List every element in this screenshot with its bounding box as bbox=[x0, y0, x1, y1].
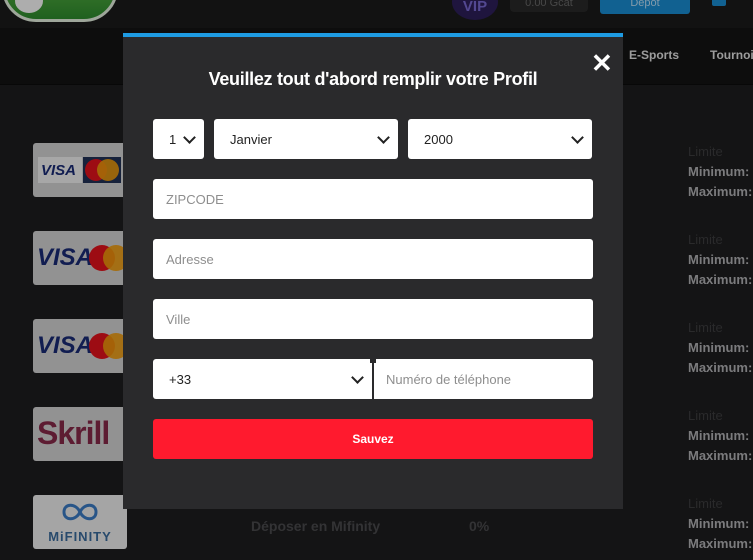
phone-country-code-select[interactable]: +33 bbox=[153, 359, 372, 399]
city-input[interactable]: Ville bbox=[153, 299, 593, 339]
profile-modal: Veuillez tout d'abord remplir votre Prof… bbox=[123, 33, 623, 509]
chevron-down-icon bbox=[571, 130, 584, 144]
birth-month-select[interactable]: Janvier bbox=[214, 119, 398, 159]
phone-field: +33 Numéro de téléphone bbox=[153, 359, 593, 399]
modal-title: Veuillez tout d'abord remplir votre Prof… bbox=[208, 69, 538, 89]
phone-number-input[interactable]: Numéro de téléphone bbox=[374, 359, 593, 399]
birth-month-value: Janvier bbox=[230, 131, 272, 147]
birth-year-select[interactable]: 2000 bbox=[408, 119, 592, 159]
birth-day-value: 1 bbox=[169, 131, 177, 147]
save-button[interactable]: Sauvez bbox=[153, 419, 593, 459]
chevron-down-icon bbox=[377, 130, 390, 144]
city-placeholder: Ville bbox=[166, 311, 191, 327]
address-placeholder: Adresse bbox=[166, 251, 214, 267]
birth-year-value: 2000 bbox=[424, 131, 453, 147]
close-icon[interactable]: ✕ bbox=[591, 50, 613, 76]
phone-placeholder: Numéro de téléphone bbox=[386, 371, 512, 387]
chevron-down-icon bbox=[351, 370, 364, 384]
phone-code-value: +33 bbox=[169, 371, 192, 387]
chevron-down-icon bbox=[183, 130, 196, 144]
zipcode-placeholder: ZIPCODE bbox=[166, 191, 224, 207]
birth-day-select[interactable]: 1 bbox=[153, 119, 204, 159]
address-input[interactable]: Adresse bbox=[153, 239, 593, 279]
zipcode-input[interactable]: ZIPCODE bbox=[153, 179, 593, 219]
